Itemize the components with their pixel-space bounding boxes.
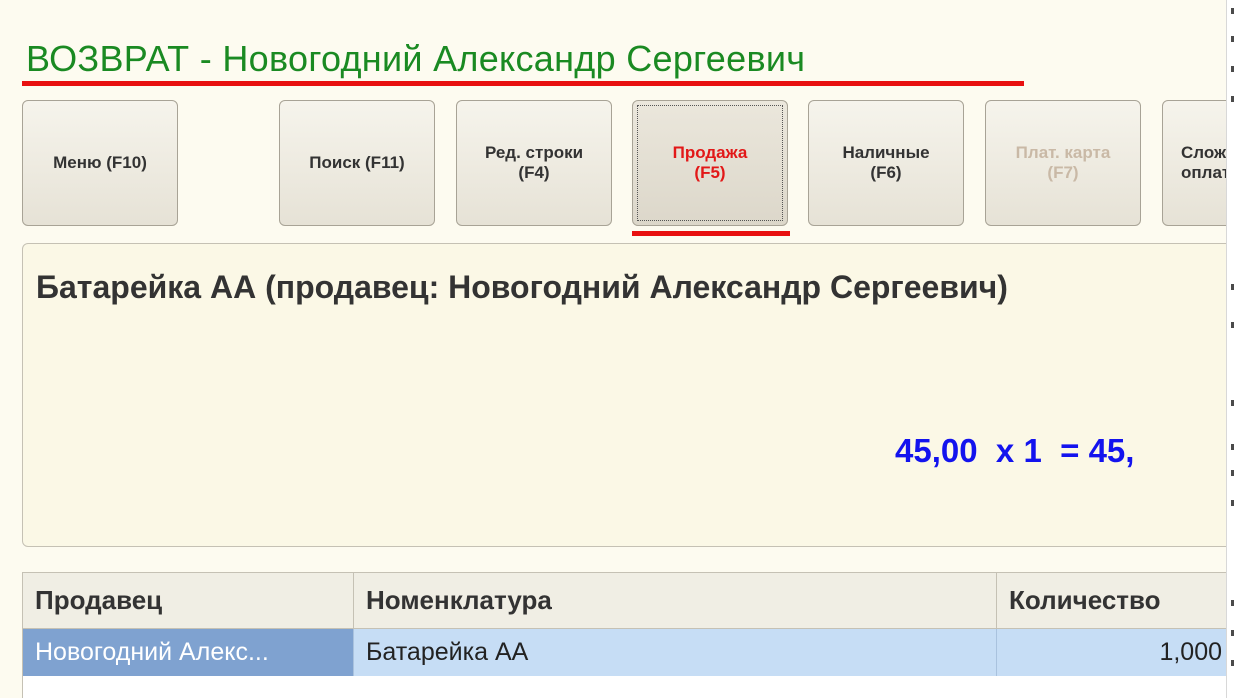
mode-title: ВОЗВРАТ - Новогодний Александр Сергеевич: [26, 38, 806, 79]
complex-payment-button[interactable]: Слож оплат: [1162, 100, 1226, 226]
menu-button[interactable]: Меню (F10): [22, 100, 178, 226]
title-underline: [22, 81, 1024, 86]
items-table[interactable]: Продавец Номенклатура Количество Новогод…: [22, 572, 1226, 698]
table-cell-item[interactable]: Батарейка АА: [354, 629, 997, 676]
pos-window: ВОЗВРАТ - Новогодний Александр Сергеевич…: [0, 0, 1226, 698]
card-payment-button[interactable]: Плат. карта (F7): [985, 100, 1141, 226]
column-header-item[interactable]: Номенклатура: [354, 573, 997, 629]
column-header-quantity[interactable]: Количество: [997, 573, 1226, 629]
sale-button[interactable]: Продажа (F5): [632, 100, 788, 226]
column-header-seller[interactable]: Продавец: [23, 573, 354, 629]
price-calculation: 45,00 x 1 = 45,: [895, 432, 1135, 469]
table-cell-quantity[interactable]: 1,000: [997, 629, 1226, 676]
sale-underline: [632, 231, 790, 236]
search-button[interactable]: Поиск (F11): [279, 100, 435, 226]
current-item-name: Батарейка АА (продавец: Новогодний Алекс…: [36, 269, 1008, 305]
partial-side-panel: [1226, 0, 1239, 698]
edit-rows-button[interactable]: Ред. строки (F4): [456, 100, 612, 226]
cash-button[interactable]: Наличные (F6): [808, 100, 964, 226]
table-cell-seller[interactable]: Новогодний Алекс...: [23, 629, 354, 676]
